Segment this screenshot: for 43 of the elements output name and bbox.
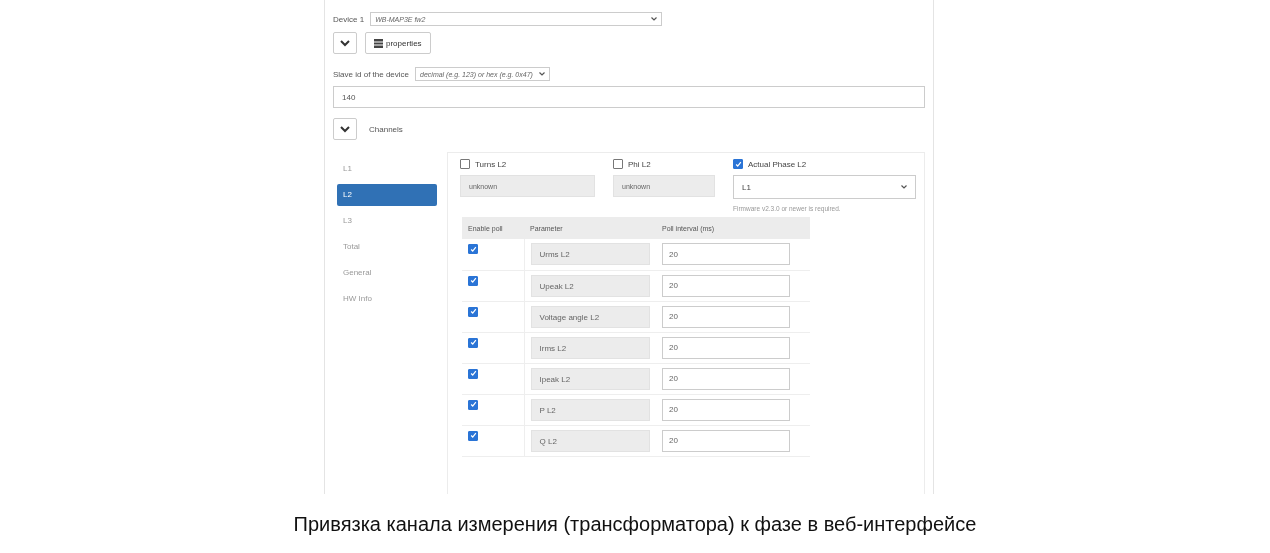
parameter-field: Q L2 — [530, 429, 650, 452]
checkbox[interactable] — [468, 337, 478, 348]
properties-button[interactable]: properties — [365, 32, 431, 54]
parameter-field: Ipeak L2 — [530, 367, 650, 390]
setting-label: Phi L2 — [628, 159, 651, 169]
checkbox[interactable] — [733, 159, 743, 169]
chevron-icon — [340, 125, 350, 133]
checkbox[interactable] — [468, 430, 478, 441]
slave-id-field[interactable]: 140 — [333, 86, 925, 108]
collapse-button[interactable] — [333, 118, 357, 140]
phase-select[interactable]: L1 — [733, 175, 916, 199]
dropdown-icon — [651, 17, 658, 21]
interval-field[interactable]: 20 — [662, 243, 790, 266]
interval-field[interactable]: 20 — [662, 305, 790, 328]
checkbox[interactable] — [468, 244, 478, 254]
interval-field[interactable]: 20 — [662, 367, 790, 390]
dropdown-icon — [538, 72, 545, 76]
parameter-field: Irms L2 — [530, 336, 650, 359]
caption: Привязка канала измерения (трансформатора) к фазе в веб-интерфейсе — [293, 513, 977, 536]
interval-field[interactable]: 20 — [662, 274, 790, 297]
list-icon — [374, 38, 383, 48]
dropdown-icon — [901, 185, 907, 189]
interval-field[interactable]: 20 — [662, 336, 790, 359]
setting-label: Turns L2 — [475, 159, 507, 169]
chevron-icon — [340, 39, 350, 47]
interval-field[interactable]: 20 — [662, 429, 790, 452]
checkbox[interactable] — [468, 368, 478, 379]
channel-tab[interactable]: L2 — [337, 184, 437, 206]
device-label: Device 1 — [333, 14, 365, 24]
checkbox[interactable] — [613, 159, 623, 169]
checkbox[interactable] — [460, 159, 470, 169]
checkbox[interactable] — [468, 306, 478, 317]
checkbox[interactable] — [468, 275, 478, 286]
parameter-field: Upeak L2 — [530, 274, 650, 297]
channels-label: Channels — [369, 124, 403, 134]
setting-label: Actual Phase L2 — [748, 159, 807, 169]
parameter-field: Urms L2 — [530, 243, 650, 266]
parameter-field: P L2 — [530, 398, 650, 421]
slave-id-label: Slave id of the device — [333, 69, 410, 79]
interval-field[interactable]: 20 — [662, 398, 790, 421]
parameter-field: Voltage angle L2 — [530, 305, 650, 328]
checkbox[interactable] — [468, 399, 478, 410]
collapse-button[interactable] — [333, 32, 357, 54]
